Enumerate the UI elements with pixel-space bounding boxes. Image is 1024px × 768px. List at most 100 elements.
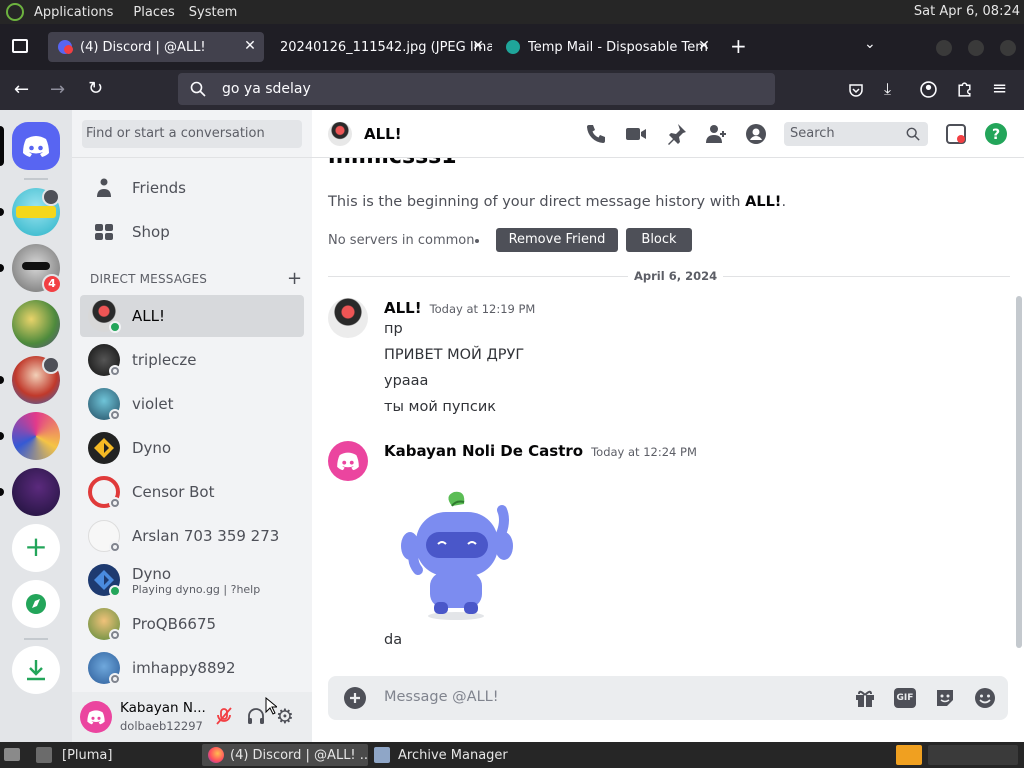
tab-close-icon[interactable]: ✕ — [470, 38, 486, 54]
tab-temp-mail[interactable]: Temp Mail - Disposable Tem ✕ — [496, 32, 718, 62]
pluma-app-icon — [36, 747, 52, 763]
find-conversation-input[interactable]: Find or start a conversation — [82, 120, 302, 148]
mouse-cursor — [265, 697, 277, 715]
wumpus-sticker[interactable] — [392, 484, 524, 624]
taskbar-item-discord[interactable]: (4) Discord | @ALL! ... — [202, 744, 368, 766]
emoji-picker-icon[interactable] — [974, 687, 996, 709]
message-avatar[interactable] — [328, 441, 368, 481]
url-bar[interactable]: go ya sdelay — [178, 73, 775, 105]
unread-pill — [0, 432, 4, 440]
window-maximize-button[interactable] — [968, 40, 984, 56]
message-timestamp: Today at 12:19 PM — [429, 302, 536, 316]
tab-overview-icon[interactable] — [12, 39, 28, 53]
menu-system[interactable]: System — [189, 5, 237, 20]
upload-plus-icon[interactable] — [344, 687, 366, 709]
reload-icon[interactable]: ↻ — [88, 78, 103, 99]
partial-heading-clip: mimicsss1 — [328, 158, 628, 170]
chat-search-input[interactable]: Search — [784, 122, 928, 146]
compass-icon — [26, 594, 46, 614]
server-icon-5[interactable] — [12, 412, 60, 460]
menu-places[interactable]: Places — [133, 5, 174, 20]
server-icon-3[interactable] — [12, 300, 60, 348]
window-minimize-button[interactable] — [936, 40, 952, 56]
clock[interactable]: Sat Apr 6, 08:24 — [914, 0, 1020, 24]
create-dm-plus-icon[interactable]: + — [287, 268, 302, 289]
back-arrow-icon[interactable]: ← — [14, 79, 29, 100]
dm-item-all[interactable]: ALL! — [80, 295, 304, 337]
friends-nav-item[interactable]: Friends — [80, 167, 304, 209]
download-apps-button[interactable] — [12, 646, 60, 694]
dm-item-arslan[interactable]: Arslan 703 359 273 — [80, 515, 304, 557]
tab-close-icon[interactable]: ✕ — [696, 38, 712, 54]
user-profile-icon[interactable] — [744, 122, 768, 146]
dm-item-censor-bot[interactable]: Censor Bot — [80, 471, 304, 513]
account-icon[interactable] — [920, 81, 937, 98]
headphones-icon[interactable] — [246, 706, 266, 726]
user-display-name[interactable]: Kabayan N... — [120, 700, 206, 716]
downloads-icon[interactable]: ⤓ — [884, 79, 891, 99]
offline-status-icon — [109, 497, 121, 509]
shop-icon — [95, 224, 113, 240]
dm-item-dyno[interactable]: Dyno — [80, 427, 304, 469]
list-all-tabs-chevron-icon[interactable]: ⌄ — [864, 36, 876, 52]
sticker-icon[interactable] — [934, 687, 956, 709]
extensions-puzzle-icon[interactable] — [956, 81, 973, 98]
dm-item-violet[interactable]: violet — [80, 383, 304, 425]
help-icon[interactable]: ? — [984, 122, 1008, 146]
no-servers-in-common: No servers in common — [328, 233, 475, 248]
shop-nav-item[interactable]: Shop — [80, 211, 304, 253]
pinned-messages-icon[interactable] — [664, 122, 688, 146]
gift-icon[interactable] — [854, 687, 876, 709]
dm-item-imhappy8892[interactable]: imhappy8892 — [80, 647, 304, 689]
friends-wave-icon — [97, 178, 111, 197]
tab-discord[interactable]: (4) Discord | @ALL! ✕ — [48, 32, 264, 62]
pocket-icon[interactable] — [848, 82, 864, 98]
message-avatar[interactable] — [328, 298, 368, 338]
dm-item-proqb6675[interactable]: ProQB6675 — [80, 603, 304, 645]
video-call-icon[interactable] — [624, 122, 648, 146]
dm-intro-username: mimicsss1 — [328, 158, 457, 169]
direct-messages-sidebar: Find or start a conversation Friends Sho… — [72, 110, 312, 742]
download-icon — [27, 660, 45, 681]
tab-jpeg-image[interactable]: 20240126_111542.jpg (JPEG Ima ✕ — [270, 32, 492, 62]
message-input[interactable]: Message @ALL! — [384, 689, 499, 705]
forward-arrow-icon[interactable]: → — [50, 79, 65, 100]
message-author[interactable]: Kabayan Noli De Castro Today at 12:24 PM — [384, 442, 697, 460]
message-line: пр — [384, 321, 403, 337]
block-button[interactable]: Block — [626, 228, 692, 252]
hamburger-menu-icon[interactable]: ≡ — [992, 78, 1007, 99]
voice-call-icon[interactable] — [584, 122, 608, 146]
window-close-button[interactable] — [1000, 40, 1016, 56]
tray-workspace-switcher[interactable] — [928, 745, 1018, 765]
add-server-button[interactable]: + — [12, 524, 60, 572]
mute-microphone-icon[interactable] — [214, 706, 234, 726]
explore-servers-button[interactable] — [12, 580, 60, 628]
chat-scrollbar[interactable] — [1016, 296, 1022, 648]
dyno-logo-icon — [94, 438, 114, 458]
add-friends-to-dm-icon[interactable] — [704, 122, 728, 146]
taskbar-item-archive-manager[interactable]: Archive Manager — [374, 744, 544, 766]
show-desktop-icon[interactable] — [4, 748, 20, 761]
server-icon-6[interactable] — [12, 468, 60, 516]
user-avatar[interactable] — [80, 701, 112, 733]
message-author[interactable]: ALL! Today at 12:19 PM — [384, 299, 535, 317]
taskbar-item-pluma[interactable]: [Pluma] — [36, 744, 196, 766]
tray-firefox-icon[interactable] — [896, 745, 922, 765]
message-line: ты мой пупсик — [384, 399, 497, 415]
dm-intro-text: This is the beginning of your direct mes… — [328, 194, 787, 210]
new-tab-plus-icon[interactable]: + — [730, 36, 747, 56]
discord-logo-icon — [23, 136, 49, 157]
unread-pill — [0, 264, 4, 272]
user-settings-gear-icon[interactable]: ⚙ — [276, 704, 294, 728]
home-discord-button[interactable] — [12, 122, 60, 170]
distro-logo-icon[interactable] — [6, 3, 24, 21]
inbox-icon[interactable] — [944, 122, 968, 146]
menu-applications[interactable]: Applications — [34, 5, 113, 20]
message-line: ПРИВЕТ МОЙ ДРУГ — [384, 347, 525, 363]
tab-close-icon[interactable]: ✕ — [242, 38, 258, 54]
offline-status-icon — [109, 409, 121, 421]
gif-button[interactable]: GIF — [894, 688, 916, 708]
dm-item-dyno-playing[interactable]: Dyno Playing dyno.gg | ?help — [80, 559, 304, 601]
remove-friend-button[interactable]: Remove Friend — [496, 228, 618, 252]
dm-item-triplecze[interactable]: triplecze — [80, 339, 304, 381]
